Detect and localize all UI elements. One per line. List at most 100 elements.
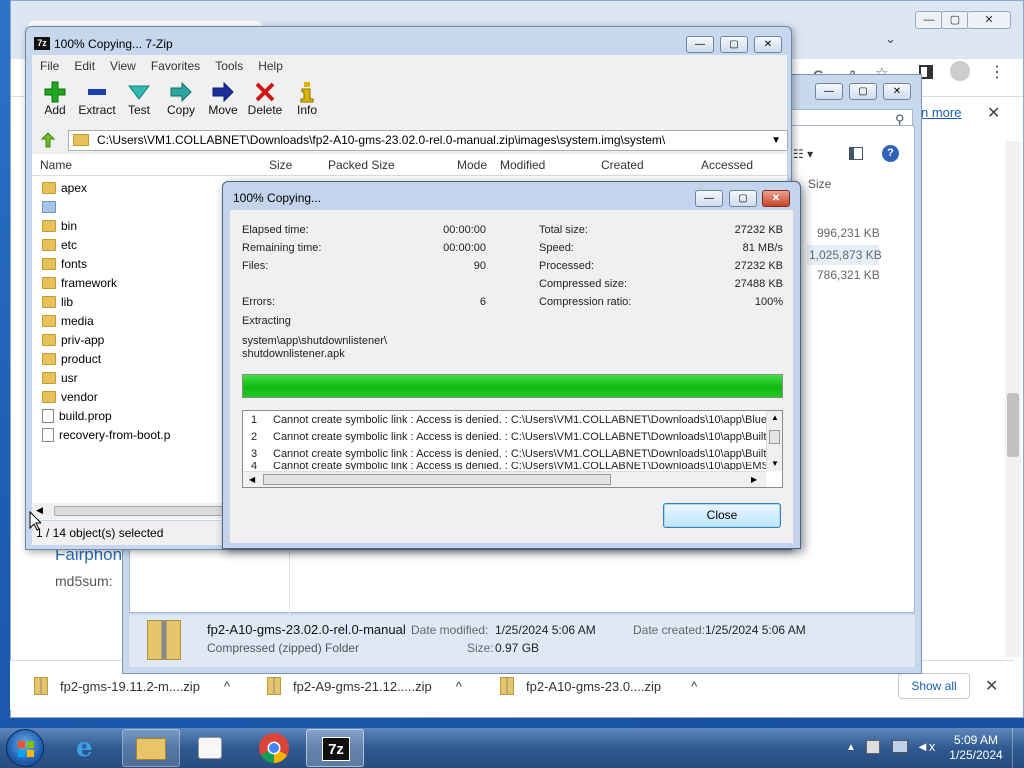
column-created[interactable]: Created bbox=[601, 158, 644, 172]
horizontal-scrollbar[interactable]: ◀ ▶ bbox=[243, 471, 766, 487]
taskbar-internet-explorer[interactable]: e bbox=[62, 729, 120, 767]
files-value: 90 bbox=[473, 260, 486, 272]
error-row[interactable]: 4 Cannot create symbolic link : Access is… bbox=[243, 462, 782, 470]
folder-icon bbox=[73, 134, 89, 146]
minimize-icon[interactable]: — bbox=[915, 11, 943, 29]
tray-overflow-icon[interactable]: ▲ bbox=[846, 742, 856, 753]
item-name: usr bbox=[61, 370, 78, 385]
chrome-menu-icon[interactable]: ⋮ bbox=[989, 62, 1005, 82]
current-file-path: system\app\shutdownlistener\ bbox=[242, 335, 387, 347]
minimize-icon[interactable]: — bbox=[686, 36, 714, 53]
column-accessed[interactable]: Accessed bbox=[701, 158, 753, 172]
show-all-button[interactable]: Show all bbox=[898, 673, 970, 699]
menu-favorites[interactable]: Favorites bbox=[151, 59, 200, 73]
shelf-close-icon[interactable]: ✕ bbox=[985, 676, 998, 696]
close-icon[interactable]: ✕ bbox=[967, 11, 1011, 29]
item-name: framework bbox=[61, 275, 118, 290]
taskbar-7zip[interactable]: 7z bbox=[306, 729, 364, 767]
tab-search-chevron-icon[interactable]: ⌄ bbox=[885, 31, 896, 47]
network-icon[interactable] bbox=[892, 740, 908, 753]
column-packed-size[interactable]: Packed Size bbox=[328, 158, 395, 172]
maximize-icon[interactable]: ▢ bbox=[849, 83, 877, 100]
volume-muted-icon[interactable]: ◄x bbox=[916, 739, 935, 754]
minimize-icon[interactable]: — bbox=[815, 83, 843, 100]
help-icon[interactable]: ? bbox=[882, 145, 899, 162]
close-icon[interactable]: ✕ bbox=[762, 190, 790, 207]
maximize-icon[interactable]: ▢ bbox=[729, 190, 757, 207]
scroll-right-icon[interactable]: ▶ bbox=[751, 475, 757, 484]
infobar-close-icon[interactable]: ✕ bbox=[987, 103, 1000, 123]
column-mode[interactable]: Mode bbox=[457, 158, 487, 172]
copy-button[interactable]: Copy bbox=[158, 81, 204, 125]
menu-edit[interactable]: Edit bbox=[74, 59, 95, 73]
close-icon[interactable]: ✕ bbox=[754, 36, 782, 53]
preview-pane-icon[interactable] bbox=[849, 147, 863, 160]
page-scrollbar-thumb[interactable] bbox=[1007, 393, 1019, 457]
error-text: Cannot create symbolic link : Access is … bbox=[273, 413, 768, 426]
scroll-left-icon[interactable]: ◀ bbox=[249, 475, 255, 484]
compressed-size-label: Compressed size: bbox=[539, 278, 628, 290]
folder-icon bbox=[42, 295, 56, 308]
close-button[interactable]: Close bbox=[663, 503, 781, 528]
menu-tools[interactable]: Tools bbox=[215, 59, 243, 73]
taskbar-chrome[interactable] bbox=[245, 729, 303, 767]
download-name: fp2-A9-gms-21.12.....zip bbox=[293, 678, 432, 694]
minimize-icon[interactable]: — bbox=[695, 190, 723, 207]
vertical-scrollbar[interactable]: ▲ ▼ bbox=[766, 411, 782, 471]
info-button[interactable]: Info bbox=[284, 81, 330, 125]
show-desktop-button[interactable] bbox=[1012, 728, 1024, 768]
download-menu-caret-icon[interactable]: ^ bbox=[224, 679, 230, 694]
error-row[interactable]: 2 Cannot create symbolic link : Access is… bbox=[243, 428, 782, 445]
menu-file[interactable]: File bbox=[40, 59, 59, 73]
error-row[interactable]: 3 Cannot create symbolic link : Access is… bbox=[243, 445, 782, 462]
delete-button[interactable]: Delete bbox=[242, 81, 288, 125]
error-list[interactable]: 1 Cannot create symbolic link : Access is… bbox=[242, 410, 783, 488]
path-text: C:\Users\VM1.COLLABNET\Downloads\fp2-A10… bbox=[97, 133, 666, 147]
scrollbar-thumb[interactable] bbox=[263, 474, 611, 485]
dialog-title: 100% Copying... bbox=[233, 191, 322, 205]
extract-button[interactable]: Extract bbox=[74, 81, 120, 125]
folder-icon bbox=[42, 181, 56, 194]
status-text: 1 / 14 object(s) selected bbox=[36, 526, 164, 540]
column-name[interactable]: Name bbox=[40, 158, 72, 172]
add-label: Add bbox=[44, 103, 66, 117]
scroll-down-icon[interactable]: ▼ bbox=[771, 459, 779, 468]
maximize-icon[interactable]: ▢ bbox=[720, 36, 748, 53]
column-modified[interactable]: Modified bbox=[500, 158, 545, 172]
test-button[interactable]: Test bbox=[116, 81, 162, 125]
download-menu-caret-icon[interactable]: ^ bbox=[456, 679, 462, 694]
maximize-icon[interactable]: ▢ bbox=[941, 11, 969, 29]
views-icon[interactable]: ☷ ▾ bbox=[793, 147, 813, 161]
delete-x-icon bbox=[242, 81, 288, 103]
item-name: priv-app bbox=[61, 332, 105, 347]
profile-avatar-icon[interactable] bbox=[950, 61, 970, 81]
scrollbar-thumb[interactable] bbox=[54, 506, 224, 516]
up-folder-icon[interactable] bbox=[40, 131, 56, 149]
download-menu-caret-icon[interactable]: ^ bbox=[691, 679, 697, 694]
menu-view[interactable]: View bbox=[110, 59, 136, 73]
horizontal-scrollbar[interactable]: ◀ bbox=[32, 503, 228, 519]
clock[interactable]: 5:09 AM 1/25/2024 bbox=[944, 733, 1008, 763]
move-button[interactable]: Move bbox=[200, 81, 246, 125]
path-dropdown-icon[interactable]: ▼ bbox=[771, 131, 781, 150]
error-text: Cannot create symbolic link : Access is … bbox=[273, 430, 767, 443]
windows-logo-icon bbox=[18, 741, 34, 757]
start-button[interactable] bbox=[6, 729, 44, 767]
action-center-flag-icon[interactable] bbox=[866, 740, 880, 754]
path-input[interactable]: C:\Users\VM1.COLLABNET\Downloads\fp2-A10… bbox=[68, 130, 788, 151]
taskbar-media-player[interactable] bbox=[182, 729, 240, 767]
close-icon[interactable]: ✕ bbox=[883, 83, 911, 100]
error-row[interactable]: 1 Cannot create symbolic link : Access is… bbox=[243, 411, 782, 428]
scrollbar-thumb[interactable] bbox=[769, 430, 780, 444]
scroll-up-icon[interactable]: ▲ bbox=[771, 413, 779, 422]
plus-icon bbox=[32, 81, 78, 103]
taskbar-explorer[interactable] bbox=[122, 729, 180, 767]
menu-help[interactable]: Help bbox=[258, 59, 283, 73]
add-button[interactable]: Add bbox=[32, 81, 78, 125]
size-column-header[interactable]: Size bbox=[808, 177, 831, 191]
zip-file-icon bbox=[500, 677, 514, 695]
column-size[interactable]: Size bbox=[269, 158, 292, 172]
sevenzip-icon: 7z bbox=[322, 737, 350, 761]
folder-icon bbox=[42, 371, 56, 384]
learn-more-link[interactable]: n more bbox=[921, 105, 961, 120]
